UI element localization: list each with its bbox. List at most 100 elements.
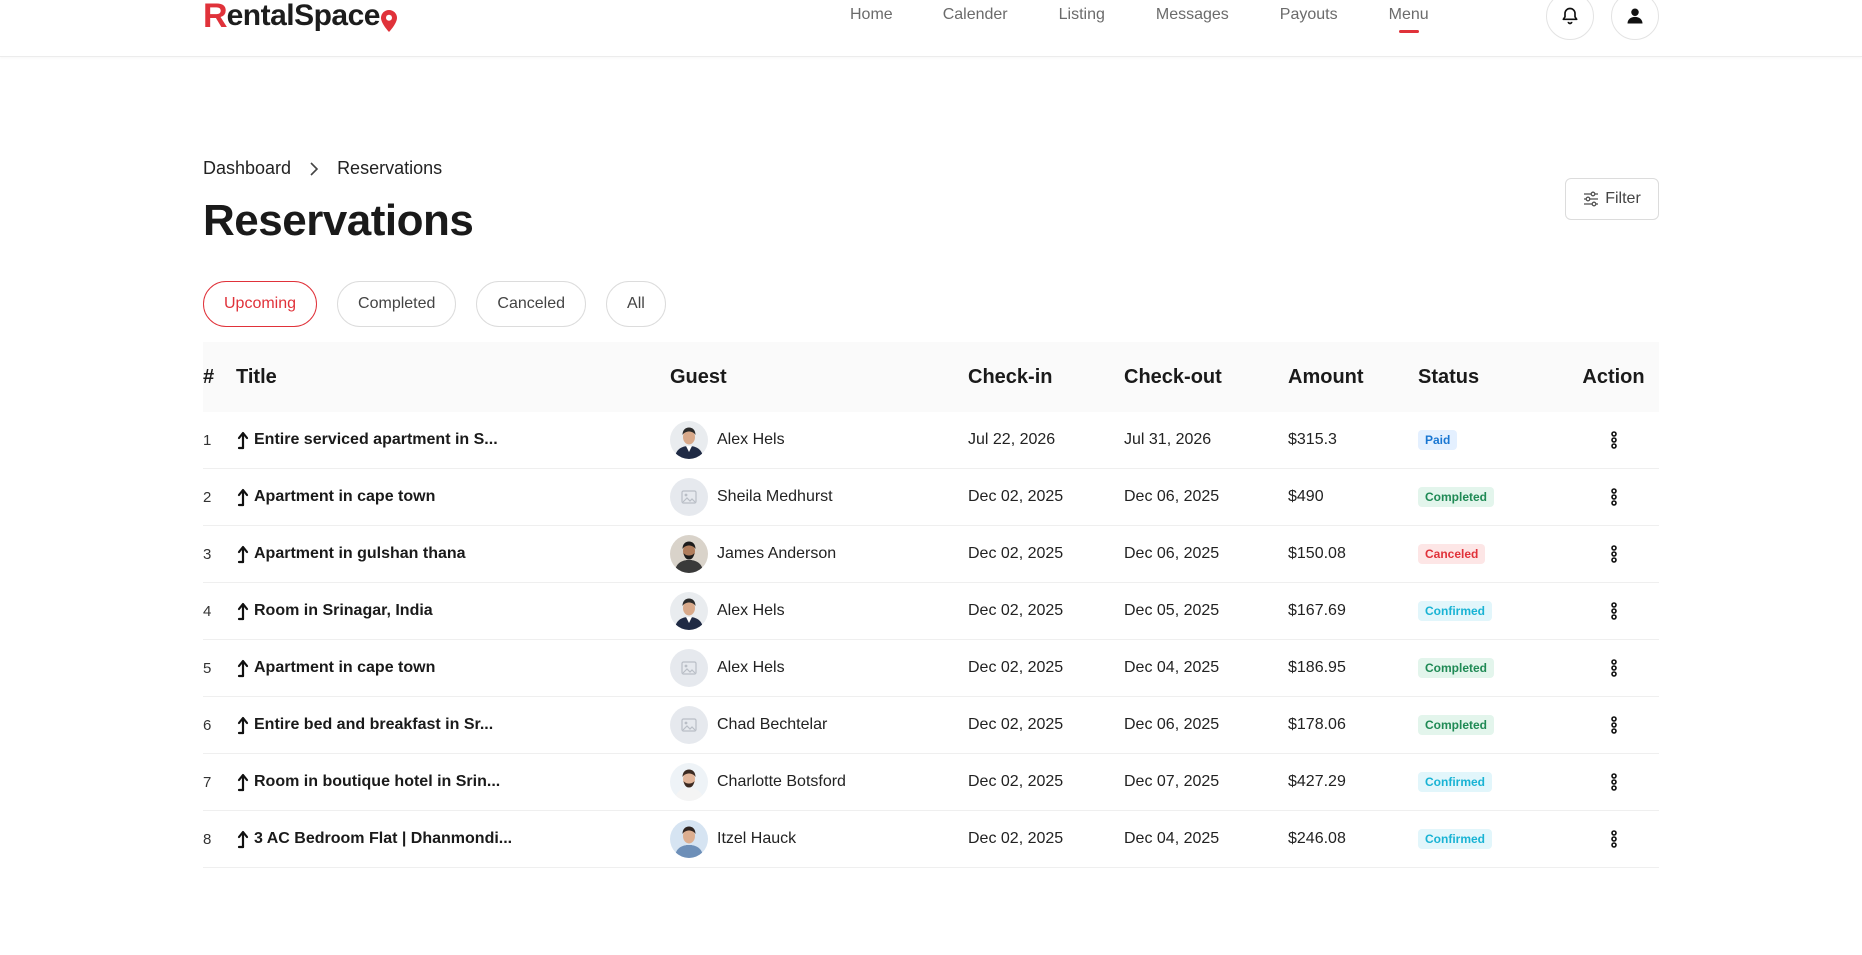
listing-title-link[interactable]: Entire serviced apartment in S... bbox=[254, 431, 498, 449]
checkout-date: Dec 04, 2025 bbox=[1124, 830, 1220, 847]
bell-icon bbox=[1562, 7, 1578, 25]
external-link-arrow-icon bbox=[237, 602, 249, 621]
row-actions-button[interactable] bbox=[1568, 487, 1659, 507]
avatar bbox=[670, 649, 708, 687]
row-actions-button[interactable] bbox=[1568, 658, 1659, 678]
guest-name: Itzel Hauck bbox=[717, 830, 797, 847]
nav-item-payouts[interactable]: Payouts bbox=[1280, 0, 1338, 30]
avatar-photo-icon bbox=[670, 820, 708, 858]
guest-name: Chad Bechtelar bbox=[717, 716, 828, 733]
avatar bbox=[670, 421, 708, 459]
nav-item-messages[interactable]: Messages bbox=[1156, 0, 1229, 30]
logo-text: entalSpace bbox=[226, 0, 381, 32]
row-title-cell[interactable]: Entire bed and breakfast in Sr... bbox=[236, 715, 670, 735]
checkin-date: Jul 22, 2026 bbox=[968, 431, 1056, 448]
page-title: Reservations bbox=[203, 196, 474, 245]
table-row[interactable]: 5 Apartment in cape town Alex Hels Dec 02, … bbox=[203, 640, 1659, 697]
listing-title-link[interactable]: Apartment in gulshan thana bbox=[254, 545, 466, 563]
status-badge: Confirmed bbox=[1418, 829, 1492, 849]
profile-button[interactable] bbox=[1611, 0, 1659, 40]
row-number: 4 bbox=[203, 602, 212, 620]
row-title-cell[interactable]: Room in Srinagar, India bbox=[236, 601, 670, 621]
nav-item-listing[interactable]: Listing bbox=[1059, 0, 1105, 30]
checkout-date: Dec 07, 2025 bbox=[1124, 773, 1220, 790]
checkin-date: Dec 02, 2025 bbox=[968, 488, 1064, 505]
row-actions-button[interactable] bbox=[1568, 829, 1659, 849]
listing-title-link[interactable]: 3 AC Bedroom Flat | Dhanmondi... bbox=[254, 830, 512, 848]
row-title-cell[interactable]: Entire serviced apartment in S... bbox=[236, 430, 670, 450]
status-cell: Completed bbox=[1418, 715, 1568, 735]
tab-all[interactable]: All bbox=[606, 281, 666, 327]
avatar-photo-icon bbox=[670, 763, 708, 801]
checkin-date: Dec 02, 2025 bbox=[968, 773, 1064, 790]
status-badge: Completed bbox=[1418, 715, 1495, 735]
row-guest-cell: Chad Bechtelar bbox=[670, 706, 968, 744]
listing-title-link[interactable]: Apartment in cape town bbox=[254, 659, 435, 677]
row-guest-cell: Sheila Medhurst bbox=[670, 478, 968, 516]
status-badge: Confirmed bbox=[1418, 601, 1492, 621]
notifications-button[interactable] bbox=[1546, 0, 1594, 40]
more-vertical-icon bbox=[1610, 773, 1617, 791]
row-actions-button[interactable] bbox=[1568, 601, 1659, 621]
guest-name: Sheila Medhurst bbox=[717, 488, 833, 505]
external-link-arrow-icon bbox=[237, 431, 249, 450]
row-actions-button[interactable] bbox=[1568, 715, 1659, 735]
amount: $490 bbox=[1288, 488, 1324, 505]
table-row[interactable]: 1 Entire serviced apartment in S... Alex H… bbox=[203, 412, 1659, 469]
col-header-action: Action bbox=[1582, 365, 1645, 388]
status-badge: Completed bbox=[1418, 658, 1495, 678]
row-guest-cell: Itzel Hauck bbox=[670, 820, 968, 858]
logo-letter: R bbox=[203, 0, 228, 35]
rentalspace-logo[interactable]: R entalSpace bbox=[203, 0, 397, 36]
status-badge: Confirmed bbox=[1418, 772, 1492, 792]
row-actions-button[interactable] bbox=[1568, 430, 1659, 450]
more-vertical-icon bbox=[1610, 659, 1617, 677]
row-guest-cell: Alex Hels bbox=[670, 421, 968, 459]
user-icon bbox=[1627, 8, 1643, 24]
nav-item-menu[interactable]: Menu bbox=[1389, 0, 1429, 30]
external-link-arrow-icon bbox=[237, 773, 249, 792]
table-row[interactable]: 2 Apartment in cape town Sheila Medhurst De… bbox=[203, 469, 1659, 526]
image-placeholder-icon bbox=[681, 490, 697, 504]
tab-upcoming[interactable]: Upcoming bbox=[203, 281, 318, 327]
table-row[interactable]: 3 Apartment in gulshan thana James Anderso… bbox=[203, 526, 1659, 583]
row-title-cell[interactable]: Room in boutique hotel in Srin... bbox=[236, 772, 670, 792]
tab-canceled[interactable]: Canceled bbox=[476, 281, 587, 327]
tab-completed[interactable]: Completed bbox=[337, 281, 457, 327]
avatar bbox=[670, 592, 708, 630]
row-title-cell[interactable]: Apartment in cape town bbox=[236, 658, 670, 678]
filter-button[interactable]: Filter bbox=[1565, 178, 1659, 220]
table-row[interactable]: 8 3 AC Bedroom Flat | Dhanmondi... Itzel H… bbox=[203, 811, 1659, 868]
col-header-guest: Guest bbox=[670, 365, 727, 388]
row-title-cell[interactable]: Apartment in cape town bbox=[236, 487, 670, 507]
listing-title-link[interactable]: Entire bed and breakfast in Sr... bbox=[254, 716, 493, 734]
filter-label: Filter bbox=[1605, 190, 1641, 207]
amount: $246.08 bbox=[1288, 830, 1346, 847]
row-title-cell[interactable]: Apartment in gulshan thana bbox=[236, 544, 670, 564]
table-row[interactable]: 6 Entire bed and breakfast in Sr... Chad B… bbox=[203, 697, 1659, 754]
checkout-date: Dec 04, 2025 bbox=[1124, 659, 1220, 676]
row-actions-button[interactable] bbox=[1568, 544, 1659, 564]
external-link-arrow-icon bbox=[237, 545, 249, 564]
row-title-cell[interactable]: 3 AC Bedroom Flat | Dhanmondi... bbox=[236, 829, 670, 849]
row-number: 1 bbox=[203, 431, 212, 449]
listing-title-link[interactable]: Room in Srinagar, India bbox=[254, 602, 433, 620]
breadcrumb-dashboard-link[interactable]: Dashboard bbox=[203, 158, 291, 179]
guest-name: Charlotte Botsford bbox=[717, 773, 846, 790]
amount: $178.06 bbox=[1288, 716, 1346, 733]
nav-item-home[interactable]: Home bbox=[850, 0, 893, 30]
table-row[interactable]: 7 Room in boutique hotel in Srin... Charlo… bbox=[203, 754, 1659, 811]
avatar-photo-icon bbox=[670, 535, 708, 573]
row-actions-button[interactable] bbox=[1568, 772, 1659, 792]
col-header-num: # bbox=[203, 365, 215, 388]
amount: $167.69 bbox=[1288, 602, 1346, 619]
status-cell: Confirmed bbox=[1418, 829, 1568, 849]
listing-title-link[interactable]: Apartment in cape town bbox=[254, 488, 435, 506]
checkout-date: Dec 06, 2025 bbox=[1124, 545, 1220, 562]
status-cell: Confirmed bbox=[1418, 601, 1568, 621]
listing-title-link[interactable]: Room in boutique hotel in Srin... bbox=[254, 773, 500, 791]
checkout-date: Dec 05, 2025 bbox=[1124, 602, 1220, 619]
avatar bbox=[670, 763, 708, 801]
table-row[interactable]: 4 Room in Srinagar, India Alex Hels Dec 02,… bbox=[203, 583, 1659, 640]
nav-item-calender[interactable]: Calender bbox=[943, 0, 1008, 30]
